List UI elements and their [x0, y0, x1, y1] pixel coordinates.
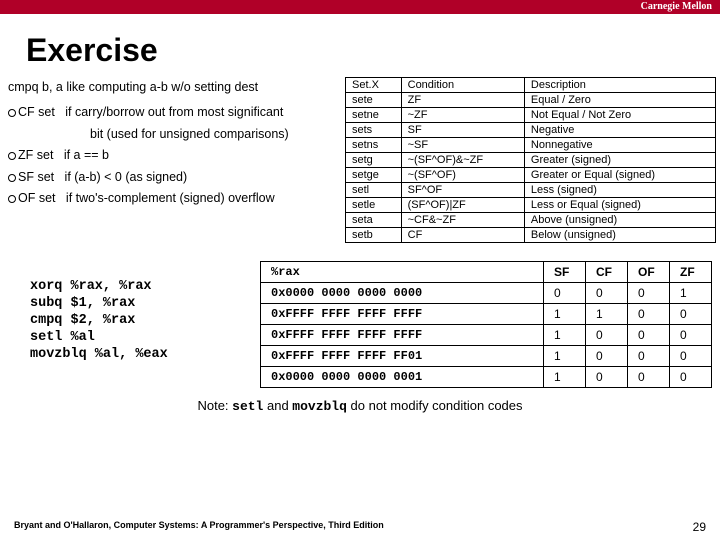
table-row: setle(SF^OF)|ZFLess or Equal (signed)	[346, 198, 716, 213]
flags-h-of: OF	[628, 262, 670, 283]
table-row: setsSFNegative	[346, 123, 716, 138]
code-line: xorq %rax, %rax	[30, 279, 260, 296]
table-row: setg~(SF^OF)&~ZFGreater (signed)	[346, 153, 716, 168]
setx-panel: Set.X Condition Description seteZFEqual …	[345, 77, 716, 243]
setx-h1: Condition	[401, 78, 524, 93]
setx-head: Set.X Condition Description	[346, 78, 716, 93]
table-row: setge~(SF^OF)Greater or Equal (signed)	[346, 168, 716, 183]
lower-section: xorq %rax, %rax subq $1, %rax cmpq $2, %…	[0, 261, 720, 388]
setx-table: Set.X Condition Description seteZFEqual …	[345, 77, 716, 243]
credit-text: Bryant and O'Hallaron, Computer Systems:…	[14, 520, 384, 534]
table-row: seta~CF&~ZFAbove (unsigned)	[346, 213, 716, 228]
page-title: Exercise	[26, 32, 720, 69]
bullet-of-text: OF set if two's-complement (signed) over…	[18, 191, 275, 205]
bullet-of: OF set if two's-complement (signed) over…	[8, 190, 341, 208]
brand-bar: Carnegie Mellon	[0, 0, 720, 14]
bullet-zf: ZF set if a == b	[8, 147, 341, 165]
table-row: setne~ZFNot Equal / Not Zero	[346, 108, 716, 123]
flags-h-sf: SF	[544, 262, 586, 283]
flags-h-val: %rax	[261, 262, 544, 283]
flags-h-zf: ZF	[670, 262, 712, 283]
table-row: 0xFFFF FFFF FFFF FF011000	[261, 346, 712, 367]
flags-head: %rax SF CF OF ZF	[261, 262, 712, 283]
table-row: setlSF^OFLess (signed)	[346, 183, 716, 198]
flags-h-cf: CF	[586, 262, 628, 283]
code-line: cmpq $2, %rax	[30, 313, 260, 330]
page-number: 29	[693, 520, 706, 534]
code-block: xorq %rax, %rax subq $1, %rax cmpq $2, %…	[30, 261, 260, 388]
code-line: subq $1, %rax	[30, 296, 260, 313]
intro-text: cmpq b, a like computing a-b w/o setting…	[8, 79, 341, 96]
bullet-sf-text: SF set if (a-b) < 0 (as signed)	[18, 170, 187, 184]
table-row: 0x0000 0000 0000 00000001	[261, 283, 712, 304]
mid-section: cmpq b, a like computing a-b w/o setting…	[0, 77, 720, 243]
table-row: setns~SFNonnegative	[346, 138, 716, 153]
code-line: movzblq %al, %eax	[30, 347, 260, 364]
table-row: 0xFFFF FFFF FFFF FFFF1100	[261, 304, 712, 325]
table-row: 0x0000 0000 0000 00011000	[261, 367, 712, 388]
bullet-cf: CF set if carry/borrow out from most sig…	[8, 104, 341, 122]
bullet-cf-line2: bit (used for unsigned comparisons)	[8, 126, 341, 143]
bullet-cf-text: CF set if carry/borrow out from most sig…	[18, 105, 283, 119]
table-row: 0xFFFF FFFF FFFF FFFF1000	[261, 325, 712, 346]
table-row: seteZFEqual / Zero	[346, 93, 716, 108]
bullet-sf: SF set if (a-b) < 0 (as signed)	[8, 169, 341, 187]
footer: Bryant and O'Hallaron, Computer Systems:…	[0, 520, 720, 534]
setx-h2: Description	[524, 78, 715, 93]
explain-panel: cmpq b, a like computing a-b w/o setting…	[0, 77, 345, 243]
flags-table: %rax SF CF OF ZF 0x0000 0000 0000 000000…	[260, 261, 712, 388]
setx-h0: Set.X	[346, 78, 402, 93]
table-row: setbCFBelow (unsigned)	[346, 228, 716, 243]
note-text: Note: setl and movzblq do not modify con…	[0, 398, 720, 414]
bullet-zf-text: ZF set if a == b	[18, 148, 109, 162]
code-line: setl %al	[30, 330, 260, 347]
